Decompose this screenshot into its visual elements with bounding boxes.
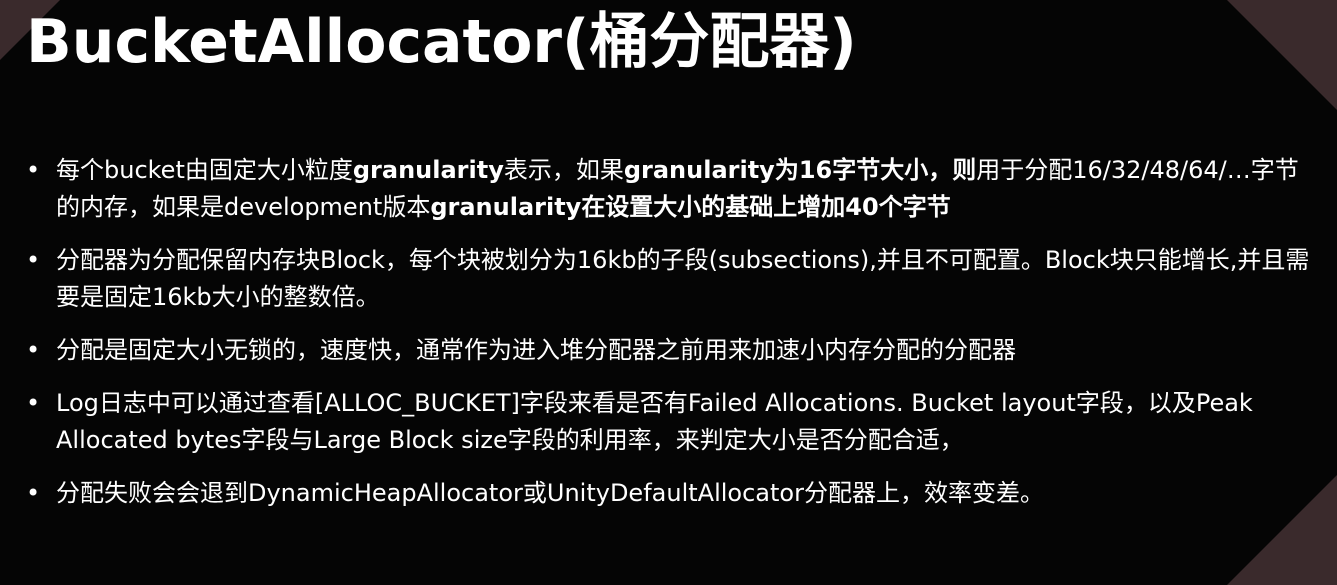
- bullet-text: 分配失败会会退到DynamicHeapAllocator或UnityDefaul…: [56, 475, 1314, 512]
- bullet-segment: Log日志中可以通过查看[ALLOC_BUCKET]字段来看是否有Failed …: [56, 389, 1253, 454]
- slide-title: BucketAllocator(桶分配器): [26, 7, 857, 77]
- bullet-dot-icon: •: [26, 246, 41, 274]
- bullet-segment: 表示，如果: [503, 156, 624, 184]
- bullet-text: 分配器为分配保留内存块Block，每个块被划分为16kb的子段(subsecti…: [56, 242, 1314, 316]
- bullet-item: • 每个bucket由固定大小粒度granularity表示，如果granula…: [24, 152, 1314, 226]
- bullet-text: Log日志中可以通过查看[ALLOC_BUCKET]字段来看是否有Failed …: [56, 385, 1314, 459]
- bullet-dot-icon: •: [26, 156, 41, 184]
- bullet-text: 分配是固定大小无锁的，速度快，通常作为进入堆分配器之前用来加速小内存分配的分配器: [56, 332, 1314, 369]
- bullet-item: • 分配失败会会退到DynamicHeapAllocator或UnityDefa…: [24, 475, 1314, 512]
- bullet-segment-bold: granularity为16字节大小，则: [623, 156, 977, 184]
- bullet-text: 每个bucket由固定大小粒度granularity表示，如果granulari…: [56, 152, 1314, 226]
- bullet-item: • Log日志中可以通过查看[ALLOC_BUCKET]字段来看是否有Faile…: [24, 385, 1314, 459]
- slide: BucketAllocator(桶分配器) • 每个bucket由固定大小粒度g…: [0, 0, 1337, 585]
- bullet-segment: 分配是固定大小无锁的，速度快，通常作为进入堆分配器之前用来加速小内存分配的分配器: [56, 336, 1016, 364]
- bullet-segment: 分配器为分配保留内存块Block，每个块被划分为16kb的子段(subsecti…: [56, 246, 1310, 311]
- corner-decoration-top-right: [1227, 0, 1337, 110]
- bullet-dot-icon: •: [26, 389, 41, 417]
- bullet-segment-bold: granularity: [352, 156, 504, 184]
- bullet-item: • 分配器为分配保留内存块Block，每个块被划分为16kb的子段(subsec…: [24, 242, 1314, 316]
- bullet-item: • 分配是固定大小无锁的，速度快，通常作为进入堆分配器之前用来加速小内存分配的分…: [24, 332, 1314, 369]
- bullet-dot-icon: •: [26, 479, 41, 507]
- bullet-segment: 分配失败会会退到DynamicHeapAllocator或UnityDefaul…: [56, 479, 1044, 507]
- bullet-list: • 每个bucket由固定大小粒度granularity表示，如果granula…: [24, 152, 1314, 528]
- bullet-dot-icon: •: [26, 336, 41, 364]
- bullet-segment-bold: granularity在设置大小的基础上增加40个字节: [430, 193, 951, 221]
- bullet-segment: 每个bucket由固定大小粒度: [56, 156, 353, 184]
